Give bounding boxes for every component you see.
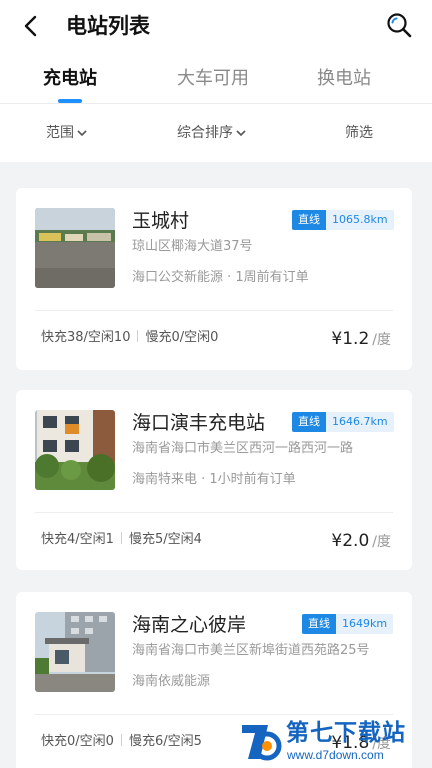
station-operator: 海南依威能源 [132,674,211,689]
distance-value: 1649km [336,614,394,634]
station-name: 海口演丰充电站 [132,412,266,434]
slow-charger-count: 慢充6/空闲5 [128,734,202,749]
site-watermark: 第七下载站 www.d7down.com [232,715,432,768]
station-card[interactable]: 海口演丰充电站 直线 1646.7km 海南省海口市美兰区西河一路西河一路 海南… [16,390,412,570]
station-operator: 海南特来电 · 1小时前有订单 [132,472,296,487]
station-address: 琼山区椰海大道37号 [132,239,253,254]
filter-range-label: 范围 [46,125,74,141]
app-header: 电站列表 [0,0,432,52]
charger-availability: 快充38/空闲10 慢充0/空闲0 [41,329,218,347]
distance-badge: 直线 1065.8km [292,210,394,230]
straight-line-tag: 直线 [302,614,336,634]
station-address: 海南省海口市美兰区西河一路西河一路 [132,441,354,456]
filter-bar: 范围 综合排序 筛选 [0,104,432,162]
tab-large-vehicle[interactable]: 大车可用 [153,66,273,92]
charger-availability: 快充4/空闲1 慢充5/空闲4 [41,531,202,549]
station-type-tabs: 充电站 大车可用 换电站 [0,52,432,104]
card-divider [35,512,393,513]
fast-charger-count: 快充0/空闲0 [41,734,114,749]
fast-charger-count: 快充38/空闲10 [41,330,131,345]
price-unit: /度 [372,332,391,348]
filter-sort-label: 综合排序 [177,125,233,141]
straight-line-tag: 直线 [292,210,326,230]
price: ¥2.0/度 [331,530,391,553]
watermark-title: 第七下载站 [286,720,406,746]
slow-charger-count: 慢充5/空闲4 [128,532,202,547]
station-name: 玉城村 [132,210,190,232]
station-photo [35,208,115,288]
slow-charger-count: 慢充0/空闲0 [145,330,219,345]
station-photo [35,612,115,692]
price-amount: ¥2.0 [331,531,370,551]
distance-value: 1065.8km [326,210,394,230]
price-unit: /度 [372,534,391,550]
distance-value: 1646.7km [326,412,394,432]
price: ¥1.2/度 [331,328,391,351]
straight-line-tag: 直线 [292,412,326,432]
station-card[interactable]: 玉城村 直线 1065.8km 琼山区椰海大道37号 海口公交新能源 · 1周前… [16,188,412,370]
search-icon [387,13,412,38]
back-button[interactable] [16,12,46,40]
chevron-down-icon [77,130,87,137]
separator [120,734,122,746]
station-operator: 海口公交新能源 · 1周前有订单 [132,270,309,285]
station-name: 海南之心彼岸 [132,614,247,636]
card-divider [35,310,393,311]
price-amount: ¥1.2 [331,329,370,349]
active-tab-indicator [58,99,82,103]
d7down-logo-icon [242,725,282,761]
separator [120,532,122,544]
station-address: 海南省海口市美兰区新埠街道西苑路25号 [132,643,370,658]
page-title: 电站列表 [66,14,150,38]
station-photo [35,410,115,490]
chevron-down-icon [236,130,246,137]
charger-availability: 快充0/空闲0 慢充6/空闲5 [41,733,202,751]
fast-charger-count: 快充4/空闲1 [41,532,114,547]
filter-range[interactable]: 范围 [46,123,87,143]
search-button[interactable] [384,10,414,40]
filter-sort[interactable]: 综合排序 [177,123,246,143]
distance-badge: 直线 1646.7km [292,412,394,432]
separator [137,330,139,342]
filter-screen[interactable]: 筛选 [345,123,373,143]
watermark-url: www.d7down.com [287,748,384,762]
tab-charging-station[interactable]: 充电站 [10,66,130,92]
distance-badge: 直线 1649km [302,614,394,634]
tab-battery-swap[interactable]: 换电站 [284,66,404,92]
chevron-left-icon [24,15,37,37]
